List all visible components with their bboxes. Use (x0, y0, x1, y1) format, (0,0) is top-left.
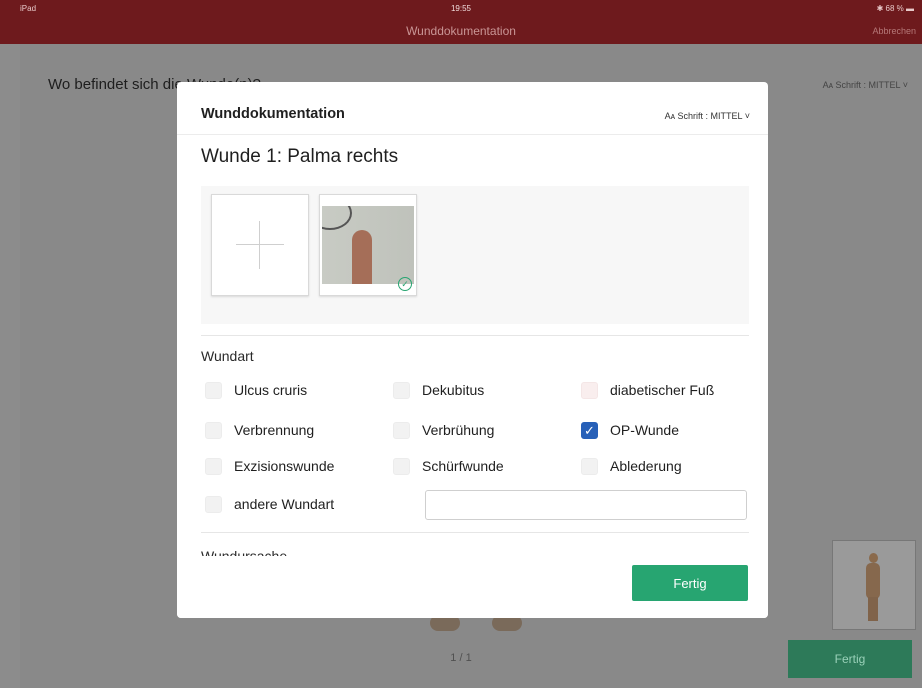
checkbox-checked[interactable]: ✓ (581, 421, 598, 439)
wound-type-option-ulcus-cruris[interactable]: Ulcus cruris (205, 380, 307, 400)
modal-header-divider (177, 134, 768, 135)
wound-type-label: Wundart (201, 348, 254, 364)
checkbox[interactable] (205, 457, 222, 475)
modal-title: Wunddokumentation (201, 106, 345, 122)
checkbox[interactable] (205, 381, 222, 399)
option-label: Dekubitus (422, 382, 485, 398)
option-label: andere Wundart (234, 496, 335, 512)
wound-type-option-exzisionswunde[interactable]: Exzisionswunde (205, 456, 334, 476)
checkbox[interactable] (581, 381, 598, 399)
option-label: OP-Wunde (610, 422, 679, 438)
checkbox[interactable] (393, 457, 410, 475)
add-photo-button[interactable] (211, 194, 309, 296)
option-label: Ulcus cruris (234, 382, 308, 398)
checkbox[interactable] (205, 495, 222, 513)
option-label: Ablederung (610, 458, 682, 474)
plus-icon-vertical (259, 221, 260, 269)
background-font-size-toggle[interactable]: Aᴀ Schrift : MITTEL ˅ (823, 80, 908, 90)
photo-cable-shape (322, 206, 352, 230)
wound-documentation-modal: Wunddokumentation Aᴀ Schrift : MITTEL ˅ … (177, 82, 768, 618)
nav-title: Wunddokumentation (406, 24, 516, 38)
battery-icon: ▬ (903, 4, 914, 13)
photo-finger-shape (352, 230, 372, 284)
other-wound-type-input[interactable] (425, 490, 747, 520)
body-figure-torso (866, 563, 880, 599)
body-figure-legs (868, 597, 878, 621)
photo-strip: ✓ (201, 186, 749, 324)
clock: 19:55 (450, 4, 472, 13)
battery-indicator: ✱ 68 % ▬ (877, 4, 914, 13)
wound-type-option-verbrennung[interactable]: Verbrennung (205, 420, 314, 440)
body-figure-head (869, 553, 878, 563)
wound-type-option-ablederung[interactable]: Ablederung (581, 456, 682, 476)
section-divider (201, 335, 749, 336)
status-bar: iPad 19:55 ✱ 68 % ▬ Wunddokumentation Ab… (0, 0, 922, 44)
wound-type-option-op-wunde[interactable]: ✓ OP-Wunde (581, 420, 679, 440)
checkbox[interactable] (393, 421, 410, 439)
wound-photo-thumbnail[interactable]: ✓ (319, 194, 417, 296)
bluetooth-icon: ✱ (876, 4, 886, 13)
checkbox[interactable] (205, 421, 222, 439)
font-size-icon: Aᴀ (822, 80, 836, 90)
option-label: diabetischer Fuß (610, 382, 715, 398)
checkbox[interactable] (581, 457, 598, 475)
checkbox[interactable] (393, 381, 410, 399)
page-indicator: 1 / 1 (450, 652, 472, 664)
section-divider (201, 532, 749, 533)
wound-type-option-verbruehung[interactable]: Verbrühung (393, 420, 494, 440)
option-label: Verbrühung (422, 422, 495, 438)
font-size-icon: Aᴀ (664, 111, 678, 121)
background-font-label: Schrift : MITTEL (835, 80, 901, 90)
option-label: Exzisionswunde (234, 458, 335, 474)
font-size-toggle[interactable]: Aᴀ Schrift : MITTEL ˅ (665, 111, 750, 121)
wound-type-option-andere-wundart[interactable]: andere Wundart (205, 494, 334, 514)
body-thumbnail[interactable] (832, 540, 916, 630)
font-size-label: Schrift : MITTEL (677, 111, 743, 121)
wound-type-option-diabetischer-fuss[interactable]: diabetischer Fuß (581, 380, 714, 400)
wound-type-option-schuerfwunde[interactable]: Schürfwunde (393, 456, 504, 476)
option-label: Verbrennung (234, 422, 315, 438)
wound-title: Wunde 1: Palma rechts (201, 146, 399, 167)
plus-icon (236, 244, 284, 245)
battery-level: 68 % (885, 4, 904, 13)
background-done-button[interactable]: Fertig (788, 640, 912, 678)
cancel-button[interactable]: Abbrechen (872, 26, 916, 36)
done-button[interactable]: Fertig (632, 565, 748, 601)
wound-type-option-dekubitus[interactable]: Dekubitus (393, 380, 484, 400)
check-circle-icon: ✓ (398, 277, 412, 291)
option-label: Schürfwunde (422, 458, 504, 474)
wound-photo-image (322, 206, 414, 284)
